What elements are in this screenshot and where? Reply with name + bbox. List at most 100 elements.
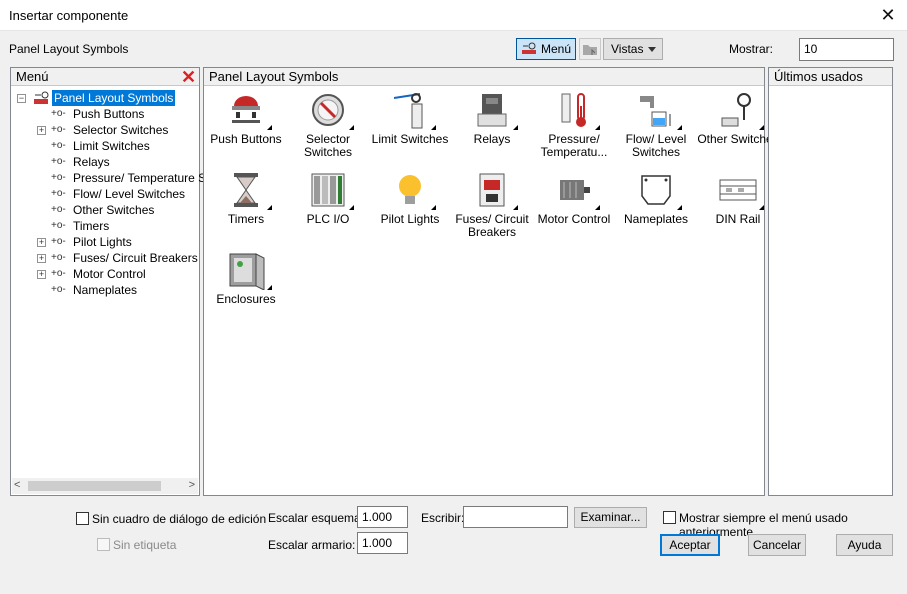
horizontal-scrollbar[interactable]: < > (12, 478, 198, 494)
no-dialog-checkbox[interactable] (76, 512, 89, 525)
symbols-panel-header: Panel Layout Symbols (204, 68, 764, 86)
menu-icon (521, 42, 537, 56)
show-count-input[interactable]: 10 (799, 38, 894, 61)
scroll-right-icon[interactable]: > (189, 479, 195, 491)
symbol-tile[interactable]: Nameplates (614, 170, 698, 226)
symbol-node-icon: +o- (51, 252, 66, 263)
symbol-node-icon: +o- (51, 220, 66, 231)
ok-button[interactable]: Aceptar (660, 534, 720, 556)
submenu-arrow-icon (759, 205, 764, 210)
symbol-tile[interactable]: PLC I/O (286, 170, 370, 226)
submenu-arrow-icon (513, 125, 518, 130)
symbol-label: Nameplates (623, 212, 689, 226)
symbol-label: Timers (227, 212, 265, 226)
symbol-node-icon: +o- (51, 268, 66, 279)
tree-item[interactable]: +o- Pressure/ Temperature Sw (11, 170, 215, 186)
views-button[interactable]: Vistas (603, 38, 663, 60)
tree-item[interactable]: +o- Other Switches (11, 202, 197, 218)
tree-item[interactable]: +o- Flow/ Level Switches (11, 186, 197, 202)
tree-item[interactable]: +o- Limit Switches (11, 138, 197, 154)
symbols-panel: Panel Layout Symbols Push Buttons Selecto… (203, 67, 779, 496)
symbol-tile[interactable]: Selector Switches (286, 90, 370, 159)
collapse-icon[interactable]: − (17, 94, 26, 103)
submenu-arrow-icon (267, 205, 272, 210)
recent-panel-header: Últimos usados (769, 68, 892, 86)
tree-item-label: Nameplates (73, 283, 138, 297)
tree-item-label: Pilot Lights (73, 235, 132, 249)
hourglass-icon (226, 170, 272, 210)
symbol-node-icon: +o- (51, 156, 66, 167)
window-title: Insertar componente (9, 8, 129, 23)
tree-root[interactable]: − Panel Layout Symbols (11, 90, 197, 106)
other-switch-icon (718, 90, 764, 130)
help-button[interactable]: Ayuda (836, 534, 893, 556)
symbol-node-icon: +o- (51, 236, 66, 247)
expand-icon[interactable]: + (37, 126, 46, 135)
thermometer-icon (554, 90, 600, 130)
limit-switch-icon (390, 90, 436, 130)
symbol-node-icon: +o- (51, 108, 66, 119)
symbol-tile[interactable]: Timers (204, 170, 288, 226)
symbol-label: Pressure/ Temperatu... (540, 132, 608, 159)
symbol-tile[interactable]: Pressure/ Temperatu... (532, 90, 616, 159)
symbol-tile[interactable]: Enclosures (204, 250, 288, 306)
symbol-tile[interactable]: Fuses/ Circuit Breakers (450, 170, 534, 239)
fuse-breaker-icon (472, 170, 518, 210)
no-dialog-label: Sin cuadro de diálogo de edición (92, 512, 267, 526)
light-bulb-icon (390, 170, 436, 210)
symbol-tile[interactable]: Pilot Lights (368, 170, 452, 226)
symbol-tile[interactable]: Limit Switches (368, 90, 452, 146)
submenu-arrow-icon (431, 125, 436, 130)
din-rail-icon (718, 170, 764, 210)
scale-panel-input[interactable]: 1.000 (357, 532, 408, 554)
tree-item[interactable]: +o- Timers (11, 218, 197, 234)
tree-item[interactable]: +o- Relays (11, 154, 197, 170)
expand-icon[interactable]: + (37, 254, 46, 263)
show-label: Mostrar: (729, 42, 774, 56)
browse-button[interactable]: Examinar... (574, 507, 647, 528)
tree-root-label: Panel Layout Symbols (52, 90, 176, 106)
submenu-arrow-icon (513, 205, 518, 210)
submenu-arrow-icon (677, 125, 682, 130)
symbols-panel-title: Panel Layout Symbols (209, 69, 339, 84)
submenu-arrow-icon (349, 125, 354, 130)
submenu-arrow-icon (267, 125, 272, 130)
close-menu-icon[interactable]: ✕ (181, 68, 197, 86)
symbol-node-icon: +o- (51, 124, 66, 135)
tree-item[interactable]: + +o- Fuses/ Circuit Breakers (11, 250, 198, 266)
tree-item-label: Motor Control (73, 267, 146, 281)
menu-tree-panel: Menú ✕ − Panel Layout Symbols +o- Push Bu… (10, 67, 215, 496)
tree-item-label: Flow/ Level Switches (73, 187, 186, 201)
scroll-left-icon[interactable]: < (14, 479, 20, 491)
scrollbar-thumb[interactable] (28, 481, 161, 491)
tree-item[interactable]: +o- Nameplates (11, 282, 197, 298)
scale-schematic-input[interactable]: 1.000 (357, 506, 408, 528)
push-button-icon (226, 90, 272, 130)
symbol-node-icon: +o- (51, 284, 66, 295)
tree-item[interactable]: + +o- Motor Control (11, 266, 197, 282)
tree-item[interactable]: + +o- Pilot Lights (11, 234, 197, 250)
scale-panel-label: Escalar armario: (268, 538, 356, 552)
always-show-checkbox[interactable] (663, 511, 676, 524)
motor-icon (554, 170, 600, 210)
expand-icon[interactable]: + (37, 270, 46, 279)
tree-item[interactable]: + +o- Selector Switches (11, 122, 197, 138)
enclosure-icon (226, 250, 272, 291)
symbol-tile[interactable]: Flow/ Level Switches (614, 90, 698, 159)
folder-up-button[interactable] (579, 38, 601, 60)
close-icon[interactable]: ✕ (877, 4, 899, 26)
symbol-tile[interactable]: Push Buttons (204, 90, 288, 146)
no-tag-checkbox (97, 538, 110, 551)
type-input[interactable] (463, 506, 568, 528)
submenu-arrow-icon (431, 205, 436, 210)
symbol-tile[interactable]: Motor Control (532, 170, 616, 226)
symbol-label: Selector Switches (303, 132, 353, 159)
tree-item[interactable]: +o- Push Buttons (11, 106, 197, 122)
type-label: Escribir: (421, 511, 465, 525)
symbol-node-icon: +o- (51, 188, 66, 199)
expand-icon[interactable]: + (37, 238, 46, 247)
chevron-down-icon (648, 47, 656, 52)
symbol-tile[interactable]: Relays (450, 90, 534, 146)
menu-button[interactable]: Menú (516, 38, 576, 60)
cancel-button[interactable]: Cancelar (748, 534, 806, 556)
